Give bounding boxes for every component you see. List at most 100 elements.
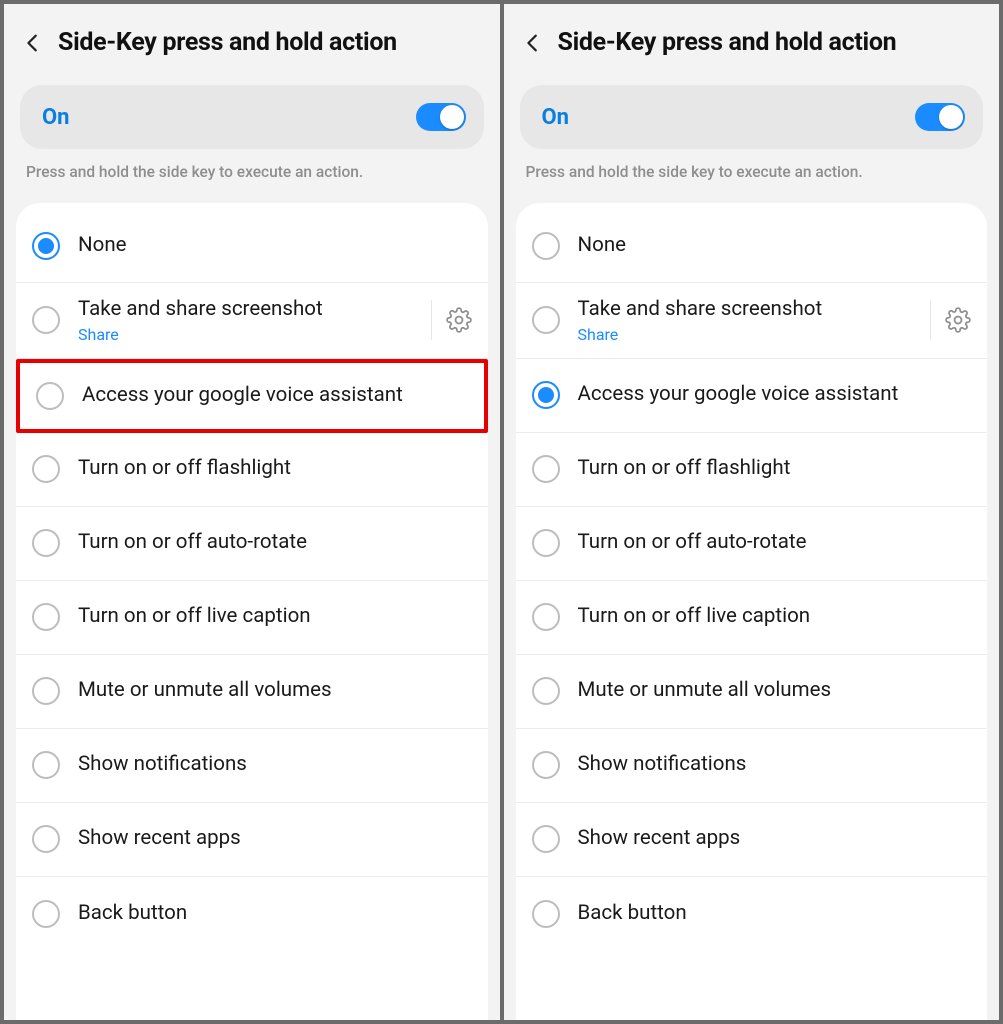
- option-text: Show recent apps: [78, 826, 472, 852]
- option-row[interactable]: Turn on or off live caption: [16, 581, 488, 655]
- radio-icon[interactable]: [36, 382, 64, 410]
- option-label: Turn on or off flashlight: [578, 456, 972, 482]
- radio-icon[interactable]: [32, 900, 60, 928]
- radio-icon[interactable]: [532, 677, 560, 705]
- radio-icon[interactable]: [532, 900, 560, 928]
- option-label: Take and share screenshot: [578, 297, 923, 323]
- option-label: None: [78, 233, 472, 259]
- option-text: Take and share screenshot Share: [578, 297, 923, 344]
- option-row[interactable]: Show recent apps: [16, 803, 488, 877]
- option-label: Turn on or off auto-rotate: [78, 530, 472, 556]
- option-text: Mute or unmute all volumes: [578, 678, 972, 704]
- option-label: Show notifications: [78, 752, 472, 778]
- options-card: None Take and share screenshot Share Access…: [516, 203, 988, 1020]
- master-toggle-switch[interactable]: [416, 103, 466, 131]
- header: Side-Key press and hold action: [4, 4, 500, 79]
- option-text: Access your google voice assistant: [578, 382, 972, 408]
- option-label: Access your google voice assistant: [82, 383, 468, 409]
- option-label: Turn on or off auto-rotate: [578, 530, 972, 556]
- option-row[interactable]: Turn on or off flashlight: [516, 433, 988, 507]
- option-text: Show notifications: [78, 752, 472, 778]
- option-row[interactable]: Access your google voice assistant: [16, 359, 488, 433]
- master-toggle-row[interactable]: On: [20, 85, 484, 149]
- option-row[interactable]: Turn on or off auto-rotate: [516, 507, 988, 581]
- option-label: Mute or unmute all volumes: [78, 678, 472, 704]
- radio-icon[interactable]: [532, 603, 560, 631]
- header: Side-Key press and hold action: [504, 4, 1000, 79]
- radio-icon[interactable]: [32, 825, 60, 853]
- option-text: Mute or unmute all volumes: [78, 678, 472, 704]
- left-pane: Side-Key press and hold action On Press an…: [4, 4, 500, 1020]
- option-text: Back button: [78, 901, 472, 927]
- option-text: None: [578, 233, 972, 259]
- radio-icon[interactable]: [32, 455, 60, 483]
- radio-icon[interactable]: [32, 751, 60, 779]
- radio-icon[interactable]: [32, 306, 60, 334]
- option-row[interactable]: Mute or unmute all volumes: [516, 655, 988, 729]
- option-row[interactable]: Turn on or off live caption: [516, 581, 988, 655]
- option-text: Turn on or off flashlight: [78, 456, 472, 482]
- option-row[interactable]: Back button: [516, 877, 988, 951]
- option-sublabel: Share: [78, 325, 423, 344]
- radio-icon[interactable]: [532, 825, 560, 853]
- radio-icon[interactable]: [532, 529, 560, 557]
- options-card: None Take and share screenshot Share Access…: [16, 203, 488, 1020]
- radio-icon[interactable]: [532, 751, 560, 779]
- option-label: Turn on or off live caption: [578, 604, 972, 630]
- option-text: Turn on or off live caption: [578, 604, 972, 630]
- gear-icon[interactable]: [930, 300, 971, 340]
- option-label: Access your google voice assistant: [578, 382, 972, 408]
- option-label: Show notifications: [578, 752, 972, 778]
- page-title: Side-Key press and hold action: [58, 28, 397, 57]
- option-row[interactable]: Access your google voice assistant: [516, 359, 988, 433]
- option-label: None: [578, 233, 972, 259]
- radio-icon[interactable]: [532, 381, 560, 409]
- option-row[interactable]: Show notifications: [516, 729, 988, 803]
- option-label: Show recent apps: [578, 826, 972, 852]
- option-label: Show recent apps: [78, 826, 472, 852]
- option-label: Back button: [78, 901, 472, 927]
- option-text: Back button: [578, 901, 972, 927]
- option-row[interactable]: None: [16, 209, 488, 283]
- option-text: Turn on or off auto-rotate: [578, 530, 972, 556]
- option-label: Turn on or off flashlight: [78, 456, 472, 482]
- radio-icon[interactable]: [32, 603, 60, 631]
- option-row[interactable]: Turn on or off flashlight: [16, 433, 488, 507]
- option-label: Turn on or off live caption: [78, 604, 472, 630]
- option-text: Show notifications: [578, 752, 972, 778]
- radio-icon[interactable]: [532, 455, 560, 483]
- hint-text: Press and hold the side key to execute a…: [504, 163, 1000, 199]
- option-text: Turn on or off live caption: [78, 604, 472, 630]
- page-title: Side-Key press and hold action: [558, 28, 897, 57]
- radio-icon[interactable]: [532, 232, 560, 260]
- option-row[interactable]: Show recent apps: [516, 803, 988, 877]
- gear-icon[interactable]: [431, 300, 472, 340]
- option-row[interactable]: None: [516, 209, 988, 283]
- option-text: Take and share screenshot Share: [78, 297, 423, 344]
- option-row[interactable]: Back button: [16, 877, 488, 951]
- hint-text: Press and hold the side key to execute a…: [4, 163, 500, 199]
- radio-icon[interactable]: [532, 306, 560, 334]
- back-icon[interactable]: [22, 32, 44, 54]
- master-toggle-switch[interactable]: [915, 103, 965, 131]
- option-row[interactable]: Show notifications: [16, 729, 488, 803]
- option-label: Mute or unmute all volumes: [578, 678, 972, 704]
- option-text: Turn on or off auto-rotate: [78, 530, 472, 556]
- master-toggle-label: On: [542, 105, 570, 130]
- back-icon[interactable]: [522, 32, 544, 54]
- radio-icon[interactable]: [32, 232, 60, 260]
- option-text: Show recent apps: [578, 826, 972, 852]
- right-pane: Side-Key press and hold action On Press an…: [504, 4, 1000, 1020]
- option-sublabel: Share: [578, 325, 923, 344]
- radio-icon[interactable]: [32, 677, 60, 705]
- option-row[interactable]: Take and share screenshot Share: [16, 283, 488, 359]
- radio-icon[interactable]: [32, 529, 60, 557]
- master-toggle-row[interactable]: On: [520, 85, 984, 149]
- option-row[interactable]: Turn on or off auto-rotate: [16, 507, 488, 581]
- option-text: None: [78, 233, 472, 259]
- option-row[interactable]: Take and share screenshot Share: [516, 283, 988, 359]
- option-text: Turn on or off flashlight: [578, 456, 972, 482]
- option-label: Take and share screenshot: [78, 297, 423, 323]
- option-label: Back button: [578, 901, 972, 927]
- option-row[interactable]: Mute or unmute all volumes: [16, 655, 488, 729]
